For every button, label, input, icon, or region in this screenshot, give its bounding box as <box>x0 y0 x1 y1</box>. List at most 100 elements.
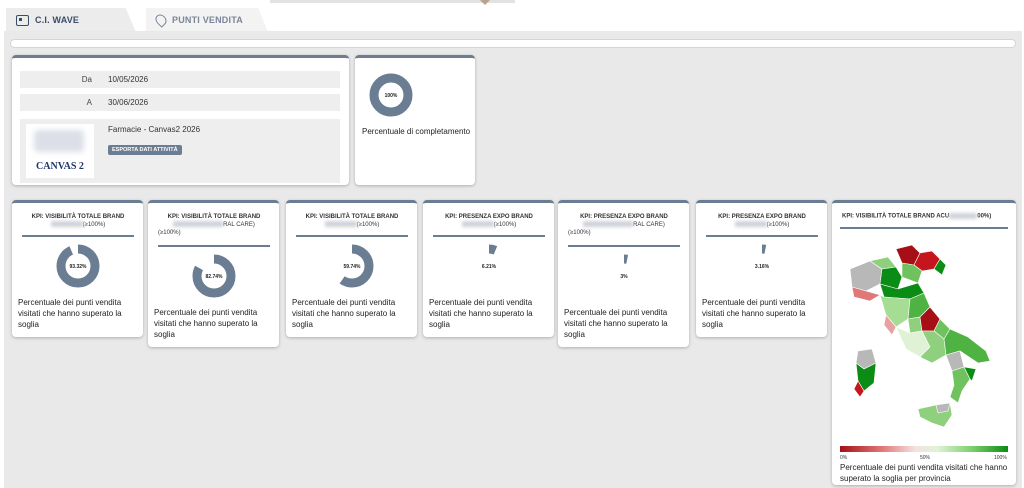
kpi-card: KPI: PRESENZA EXPO BRAND RAL CARE) (≥100%)… <box>558 200 689 347</box>
kpi-threshold: (≥100%) <box>433 221 545 229</box>
map-region-umbria <box>907 316 923 334</box>
kpi-sub-text: (≥100%) <box>766 222 790 228</box>
kpi-threshold: RAL CARE) <box>568 221 680 229</box>
kpi-card: KPI: PRESENZA EXPO BRAND (≥100%) 3.16% Perc… <box>696 200 827 337</box>
kpi-description: Percentuale dei punti vendita visitati c… <box>429 298 533 329</box>
kpi-value: 3.16% <box>755 264 770 270</box>
logo-text: CANVAS 2 <box>36 161 84 172</box>
kpi-title: KPI: VISIBILITÀ TOTALE BRAND (≥100%) <box>22 213 134 229</box>
redacted-text <box>461 221 494 228</box>
tab-ci-wave[interactable]: C.I. WAVE <box>6 8 136 32</box>
date-from-label: Da <box>81 75 92 84</box>
kpi-sub-text: (≥100%) <box>356 222 380 228</box>
redacted-text <box>949 213 978 219</box>
kpi-donut: 3% <box>602 254 646 298</box>
kpi-description: Percentuale dei punti vendita visitati c… <box>564 308 668 339</box>
kpi-description: Percentuale dei punti vendita visitati c… <box>702 298 806 329</box>
kpi-title-text: KPI: PRESENZA EXPO BRAND <box>445 214 533 220</box>
kpi-title-rule <box>433 235 545 237</box>
id-card-icon <box>16 14 29 26</box>
date-to-row: A 30/06/2026 <box>20 94 340 111</box>
kpi-donut: 6.21% <box>467 244 511 288</box>
top-handle <box>270 0 515 3</box>
map-title-rule <box>840 227 1008 229</box>
kpi-value: 6.21% <box>482 264 497 270</box>
redacted-text <box>324 221 357 228</box>
kpi-card: KPI: VISIBILITÀ TOTALE BRAND RAL CARE) (≥1… <box>148 200 279 347</box>
kpi-value: 3% <box>620 274 628 280</box>
kpi-sub-text: (≥100%) <box>493 222 517 228</box>
kpi-sub-text: (≥100%) <box>82 222 106 228</box>
kpi-title-text: KPI: PRESENZA EXPO BRAND <box>580 214 668 220</box>
kpi-title-rule <box>296 235 408 237</box>
redacted-text <box>173 221 224 228</box>
kpi-threshold: (≥100%) <box>706 221 818 229</box>
kpi-donut: 93.32% <box>56 244 100 288</box>
completion-caption: Percentuale di completamento <box>362 127 471 136</box>
legend-min: 0% <box>840 455 848 461</box>
kpi-donut: 82.74% <box>192 254 236 298</box>
location-pin-icon <box>153 12 169 28</box>
map-legend-gradient <box>840 446 1008 452</box>
tab-label: C.I. WAVE <box>35 15 80 25</box>
kpi-card: KPI: VISIBILITÀ TOTALE BRAND (≥100%) 59.74… <box>286 200 417 337</box>
kpi-title-text: KPI: PRESENZA EXPO BRAND <box>718 214 806 220</box>
map-title-suffix: 00%) <box>977 213 992 220</box>
date-to-label: A <box>86 98 92 107</box>
map-title-text: KPI: VISIBILITÀ TOTALE BRAND ACU <box>842 213 950 220</box>
kpi-title: KPI: VISIBILITÀ TOTALE BRAND (≥100%) <box>296 213 408 229</box>
tab-label: PUNTI VENDITA <box>172 15 243 25</box>
kpi-threshold: (≥100%) <box>22 221 134 229</box>
filter-bar[interactable] <box>10 39 1016 48</box>
kpi-value: 93.32% <box>70 264 88 270</box>
tab-bar: C.I. WAVE PUNTI VENDITA <box>6 8 1022 32</box>
export-activity-button[interactable]: ESPORTA DATI ATTIVITÀ <box>108 145 182 155</box>
wave-info-card: Da 10/05/2026 A 30/06/2026 CANVAS 2 Farm… <box>12 55 349 185</box>
kpi-title: KPI: PRESENZA EXPO BRAND RAL CARE) (≥100%) <box>568 213 680 237</box>
kpi-title-rule <box>568 245 680 247</box>
kpi-title-text: KPI: VISIBILITÀ TOTALE BRAND <box>167 214 261 220</box>
kpi-value: 82.74% <box>206 274 224 280</box>
italy-provinces-map[interactable] <box>840 239 1010 439</box>
canvas-logo: CANVAS 2 <box>26 124 94 178</box>
kpi-card: KPI: VISIBILITÀ TOTALE BRAND (≥100%) 93.32… <box>12 200 143 337</box>
kpi-description: Percentuale dei punti vendita visitati c… <box>292 298 396 329</box>
kpi-title-rule <box>706 235 818 237</box>
map-title: KPI: VISIBILITÀ TOTALE BRAND ACU 00%) <box>842 213 1006 220</box>
collapse-arrow-icon[interactable] <box>480 0 490 5</box>
kpi-donut: 3.16% <box>740 244 784 288</box>
kpi-threshold-2: (≥100%) <box>158 230 181 236</box>
kpi-donut: 59.74% <box>330 244 374 288</box>
kpi-threshold: RAL CARE) <box>158 221 270 229</box>
completion-card: 100% Percentuale di completamento <box>355 55 475 185</box>
date-from-value: 10/05/2026 <box>108 75 149 84</box>
date-to-value: 30/06/2026 <box>108 98 149 107</box>
tab-punti-vendita[interactable]: PUNTI VENDITA <box>146 8 268 32</box>
legend-mid: 50% <box>920 455 931 461</box>
kpi-title: KPI: PRESENZA EXPO BRAND (≥100%) <box>433 213 545 229</box>
date-from-row: Da 10/05/2026 <box>20 71 340 88</box>
completion-donut: 100% <box>369 73 413 117</box>
kpi-title: KPI: PRESENZA EXPO BRAND (≥100%) <box>706 213 818 229</box>
redacted-text <box>734 221 767 228</box>
kpi-title-rule <box>22 235 134 237</box>
map-description: Percentuale dei punti vendita visitati c… <box>840 463 1008 483</box>
kpi-description: Percentuale dei punti vendita visitati c… <box>154 308 258 339</box>
wave-details: CANVAS 2 Farmacie - Canvas2 2026 ESPORTA… <box>20 119 340 183</box>
kpi-threshold: (≥100%) <box>296 221 408 229</box>
logo-graphic <box>34 130 84 152</box>
kpi-sub-text: RAL CARE) <box>633 222 665 228</box>
kpi-title-rule <box>158 245 270 247</box>
kpi-title: KPI: VISIBILITÀ TOTALE BRAND RAL CARE) (≥1… <box>158 213 270 237</box>
redacted-text <box>583 221 634 228</box>
wave-title: Farmacie - Canvas2 2026 <box>108 125 201 134</box>
legend-max: 100% <box>994 455 1007 461</box>
province-map-card: KPI: VISIBILITÀ TOTALE BRAND ACU 00%) 0%… <box>832 200 1016 485</box>
kpi-title-text: KPI: VISIBILITÀ TOTALE BRAND <box>31 214 125 220</box>
kpi-sub-text: RAL CARE) <box>223 222 255 228</box>
redacted-text <box>50 221 83 228</box>
kpi-title-text: KPI: VISIBILITÀ TOTALE BRAND <box>305 214 399 220</box>
completion-value: 100% <box>385 93 398 99</box>
kpi-card: KPI: PRESENZA EXPO BRAND (≥100%) 6.21% Perc… <box>423 200 554 337</box>
kpi-description: Percentuale dei punti vendita visitati c… <box>18 298 122 329</box>
